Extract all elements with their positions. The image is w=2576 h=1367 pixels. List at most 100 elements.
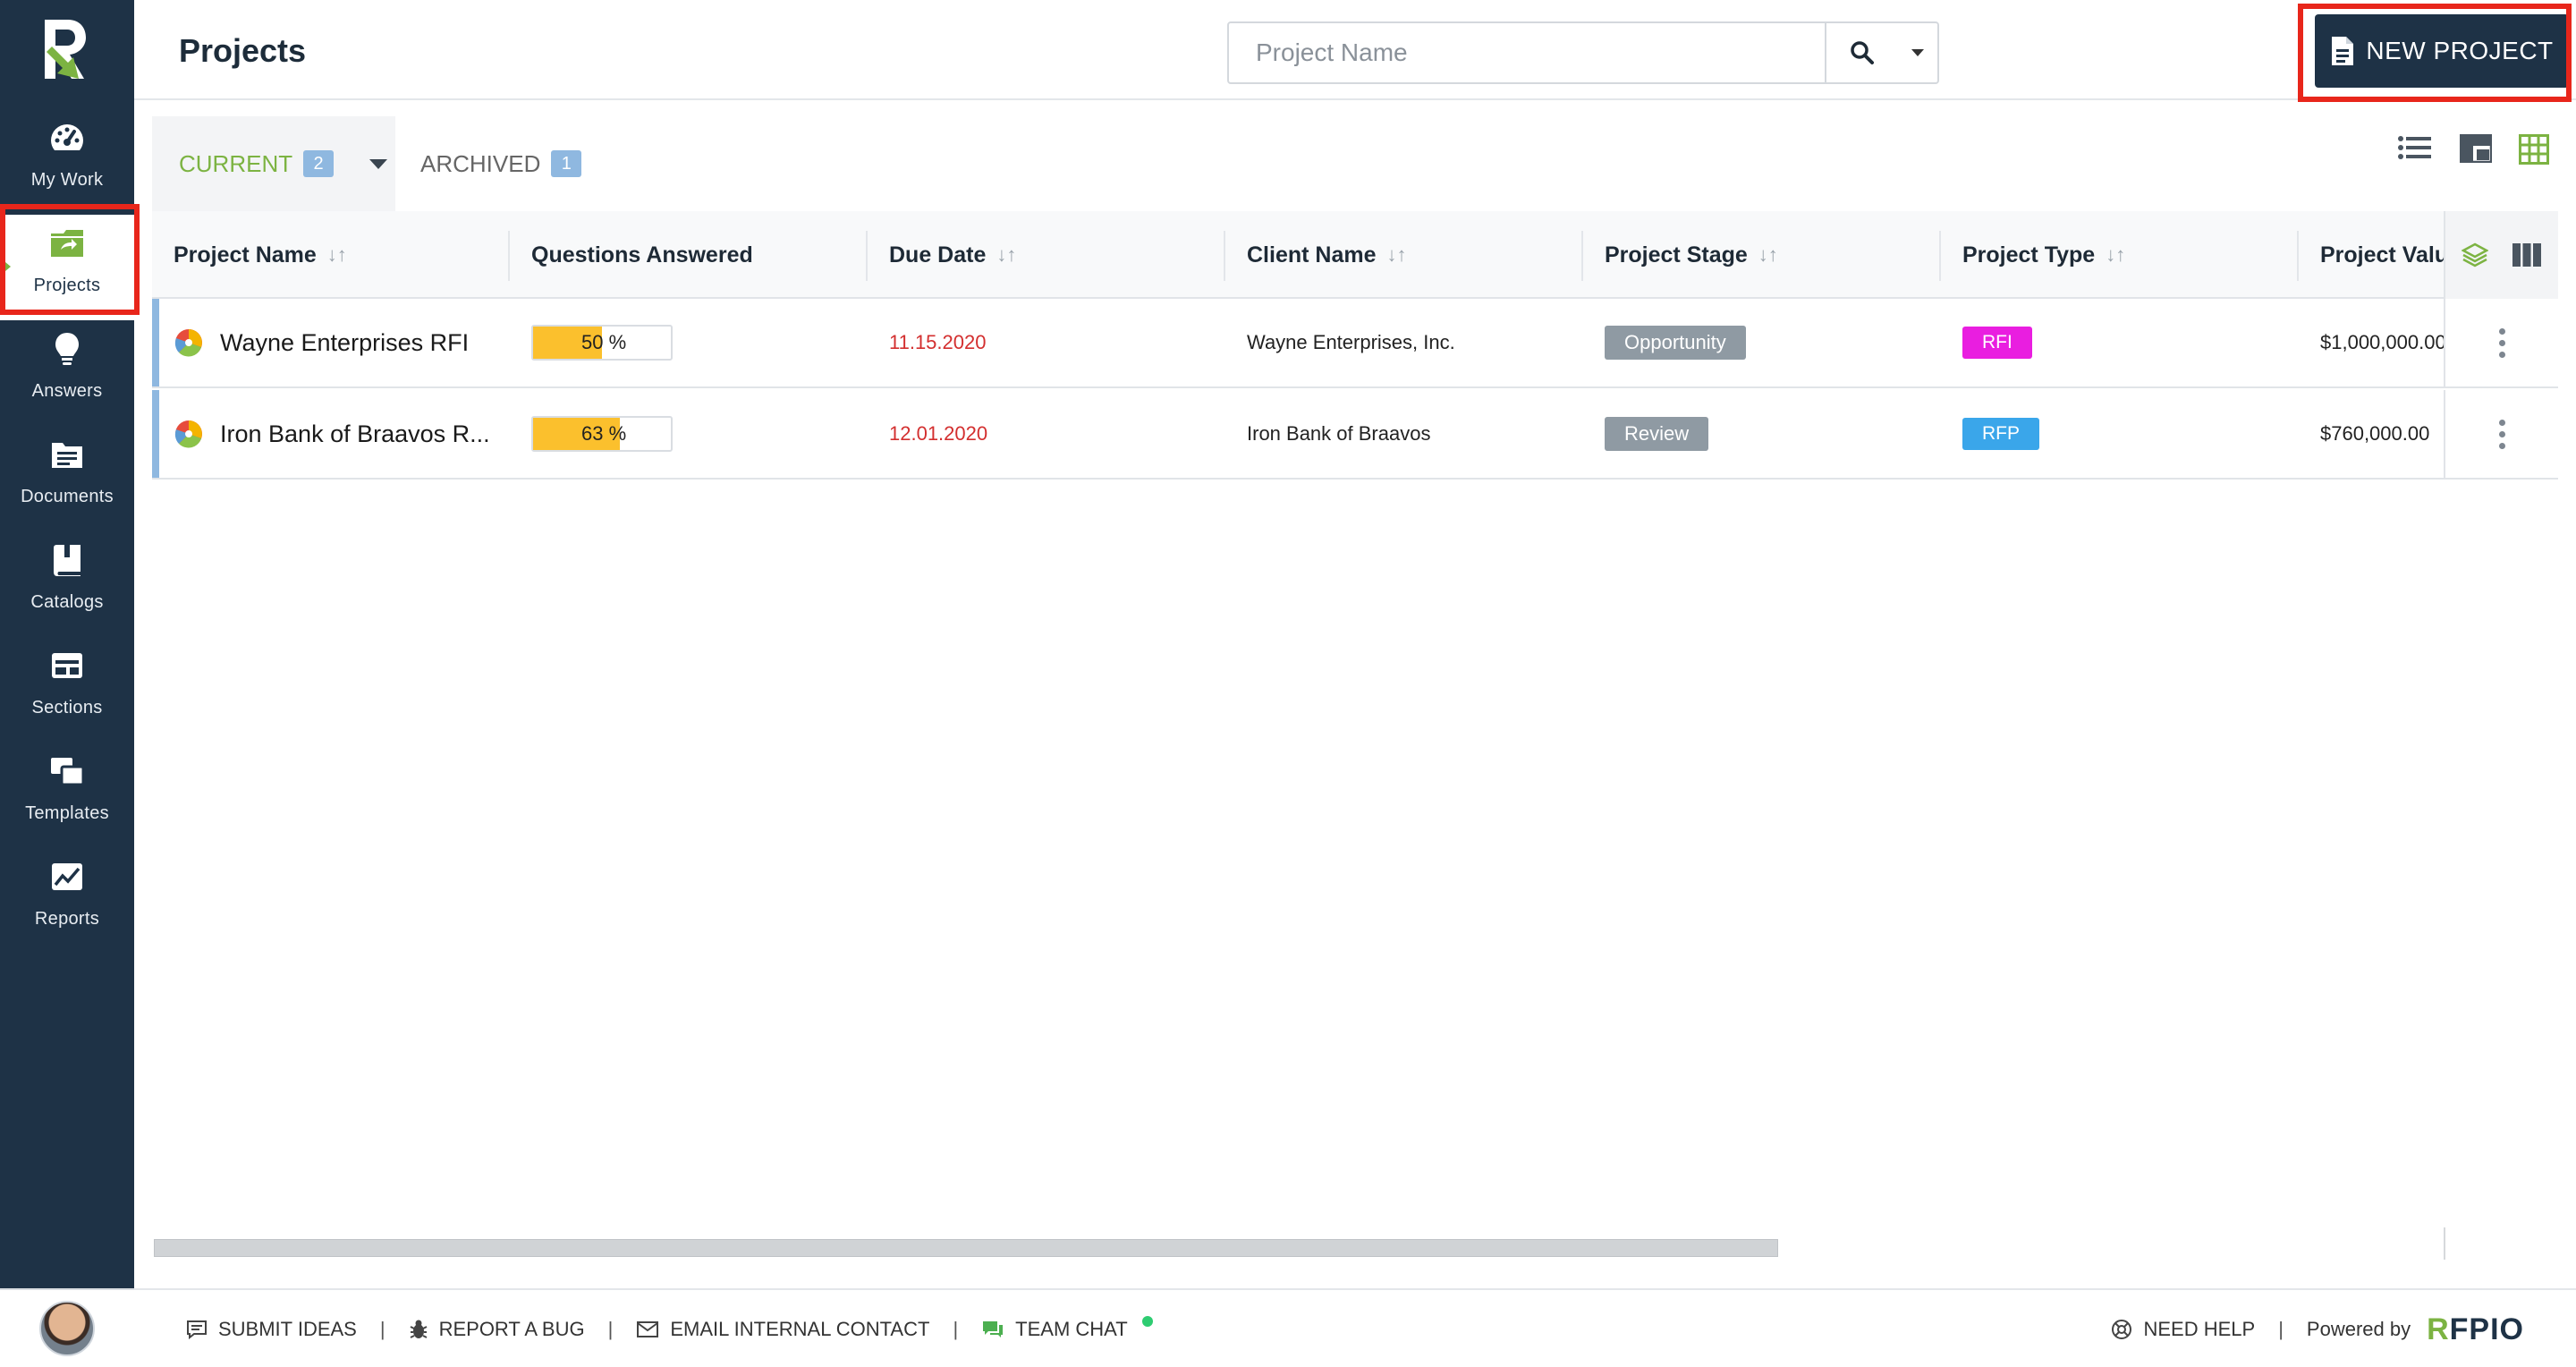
horizontal-scrollbar[interactable]: [154, 1239, 1778, 1257]
tab-current-count: 2: [303, 150, 335, 177]
project-name-cell[interactable]: Iron Bank of Braavos R...: [174, 390, 490, 478]
questions-answered-cell: 50 %: [531, 299, 673, 386]
column-header-project-stage[interactable]: Project Stage ↓↑: [1583, 211, 1778, 299]
bug-icon: [410, 1320, 428, 1338]
highlight-projects-nav: [0, 204, 140, 315]
sidebar-item-catalogs[interactable]: Catalogs: [0, 531, 134, 637]
stage-badge: Review: [1605, 417, 1709, 451]
sidebar-item-documents[interactable]: Documents: [0, 426, 134, 531]
sidebar-item-my-work[interactable]: My Work: [0, 109, 134, 215]
documents-icon: [47, 435, 87, 474]
page-header: Projects NEW PROJECT: [134, 0, 2576, 100]
online-status-dot: [1141, 1316, 1153, 1327]
column-header-due-date[interactable]: Due Date ↓↑: [868, 211, 1016, 299]
table-header: Project Name ↓↑ Questions Answered Due Da…: [152, 211, 2558, 299]
search-button[interactable]: [1825, 23, 1897, 82]
column-header-client-name[interactable]: Client Name ↓↑: [1225, 211, 1406, 299]
grid-view-icon[interactable]: [2519, 134, 2549, 165]
row-actions: [2444, 299, 2558, 386]
due-date: 12.01.2020: [889, 422, 988, 445]
lifebuoy-icon: [2112, 1320, 2132, 1339]
sections-icon: [47, 646, 87, 685]
search-input[interactable]: [1229, 23, 1825, 82]
project-type-cell: RFP: [1962, 390, 2039, 478]
sort-icon[interactable]: ↓↑: [2106, 243, 2125, 267]
column-header-project-type[interactable]: Project Type ↓↑: [1941, 211, 2125, 299]
tab-archived-label: ARCHIVED: [420, 149, 541, 177]
sidebar-footer: [0, 1288, 134, 1367]
email-internal-contact-link[interactable]: EMAIL INTERNAL CONTACT: [636, 1318, 929, 1341]
report-bug-link[interactable]: REPORT A BUG: [409, 1318, 585, 1341]
project-value: $1,000,000.00: [2320, 331, 2446, 353]
tab-current[interactable]: CURRENT 2: [152, 116, 395, 211]
sidebar-item-label: Sections: [31, 698, 103, 717]
progress-bar: 50 %: [531, 325, 673, 361]
sidebar-item-label: Answers: [31, 381, 103, 401]
chat-bubbles-icon: [983, 1321, 1004, 1337]
caret-down-icon[interactable]: [369, 158, 388, 169]
submit-ideas-link[interactable]: SUBMIT IDEAS: [186, 1318, 357, 1341]
avatar[interactable]: [39, 1301, 95, 1356]
highlight-new-project: [2298, 4, 2572, 102]
due-date: 11.15.2020: [889, 331, 987, 353]
columns-icon[interactable]: [2512, 242, 2542, 267]
page-footer: SUBMIT IDEAS | REPORT A BUG | EMAIL INTE…: [134, 1288, 2576, 1367]
kebab-menu-icon[interactable]: [2498, 327, 2505, 358]
lightbulb-icon: [47, 329, 87, 369]
progress-pie-icon: [174, 329, 202, 357]
sort-icon[interactable]: ↓↑: [996, 243, 1016, 267]
project-name-cell[interactable]: Wayne Enterprises RFI: [174, 299, 469, 386]
templates-icon: [47, 751, 87, 791]
tab-archived[interactable]: ARCHIVED 1: [420, 116, 582, 211]
table-row[interactable]: Iron Bank of Braavos R... 63 % 12.01.202…: [152, 390, 2558, 480]
footer-links: SUBMIT IDEAS | REPORT A BUG | EMAIL INTE…: [186, 1290, 1153, 1367]
catalogs-book-icon: [47, 540, 87, 580]
project-value: $760,000.00: [2320, 422, 2430, 445]
list-view-icon[interactable]: [2397, 134, 2433, 161]
column-header-project-name[interactable]: Project Name ↓↑: [152, 211, 347, 299]
sidebar-item-label: Templates: [25, 803, 109, 823]
comment-icon: [187, 1320, 207, 1339]
tab-current-label: CURRENT: [179, 149, 293, 177]
app-logo[interactable]: [38, 16, 91, 81]
column-header-project-value[interactable]: Project Value: [2299, 211, 2444, 299]
type-badge: RFP: [1962, 418, 2039, 450]
page-title: Projects: [179, 32, 307, 69]
sidebar: My Work Projects Answers Documents Catal…: [0, 0, 134, 1288]
sidebar-item-reports[interactable]: Reports: [0, 848, 134, 954]
table-row[interactable]: Wayne Enterprises RFI 50 % 11.15.2020 Wa…: [152, 299, 2558, 388]
progress-bar: 63 %: [531, 416, 673, 452]
search-options-dropdown[interactable]: [1897, 23, 1937, 82]
search-icon: [1850, 41, 1874, 64]
project-name[interactable]: Wayne Enterprises RFI: [220, 329, 469, 357]
reports-chart-icon: [47, 857, 87, 896]
sort-icon[interactable]: ↓↑: [1758, 243, 1778, 267]
type-badge: RFI: [1962, 327, 2032, 359]
project-stage-cell: Review: [1605, 390, 1709, 478]
sort-icon[interactable]: ↓↑: [1386, 243, 1406, 267]
client-name: Wayne Enterprises, Inc.: [1247, 331, 1455, 353]
column-header-questions-answered[interactable]: Questions Answered: [510, 211, 753, 299]
sidebar-item-sections[interactable]: Sections: [0, 637, 134, 743]
sidebar-item-label: Reports: [34, 909, 100, 929]
project-tabs: CURRENT 2 ARCHIVED 1: [152, 116, 2567, 211]
dashboard-view-icon[interactable]: [2460, 134, 2492, 163]
sort-icon[interactable]: ↓↑: [327, 243, 347, 267]
powered-by-text: Powered by: [2306, 1318, 2411, 1340]
envelope-icon: [637, 1321, 659, 1337]
sidebar-item-label: My Work: [30, 170, 104, 190]
table-header-actions: [2444, 211, 2558, 299]
project-name[interactable]: Iron Bank of Braavos R...: [220, 420, 490, 448]
dashboard-gauge-icon: [47, 118, 87, 157]
sidebar-item-templates[interactable]: Templates: [0, 743, 134, 848]
project-stage-cell: Opportunity: [1605, 299, 1746, 386]
rfpio-logo: RFPIO: [2427, 1312, 2524, 1346]
team-chat-link[interactable]: TEAM CHAT: [981, 1316, 1153, 1341]
layers-icon[interactable]: [2462, 242, 2488, 268]
client-name: Iron Bank of Braavos: [1247, 422, 1431, 445]
sidebar-item-answers[interactable]: Answers: [0, 320, 134, 426]
need-help-link[interactable]: NEED HELP: [2111, 1318, 2255, 1341]
kebab-menu-icon[interactable]: [2498, 419, 2505, 449]
projects-table: Project Name ↓↑ Questions Answered Due Da…: [152, 211, 2558, 1260]
footer-right: NEED HELP | Powered by RFPIO: [2111, 1290, 2524, 1367]
